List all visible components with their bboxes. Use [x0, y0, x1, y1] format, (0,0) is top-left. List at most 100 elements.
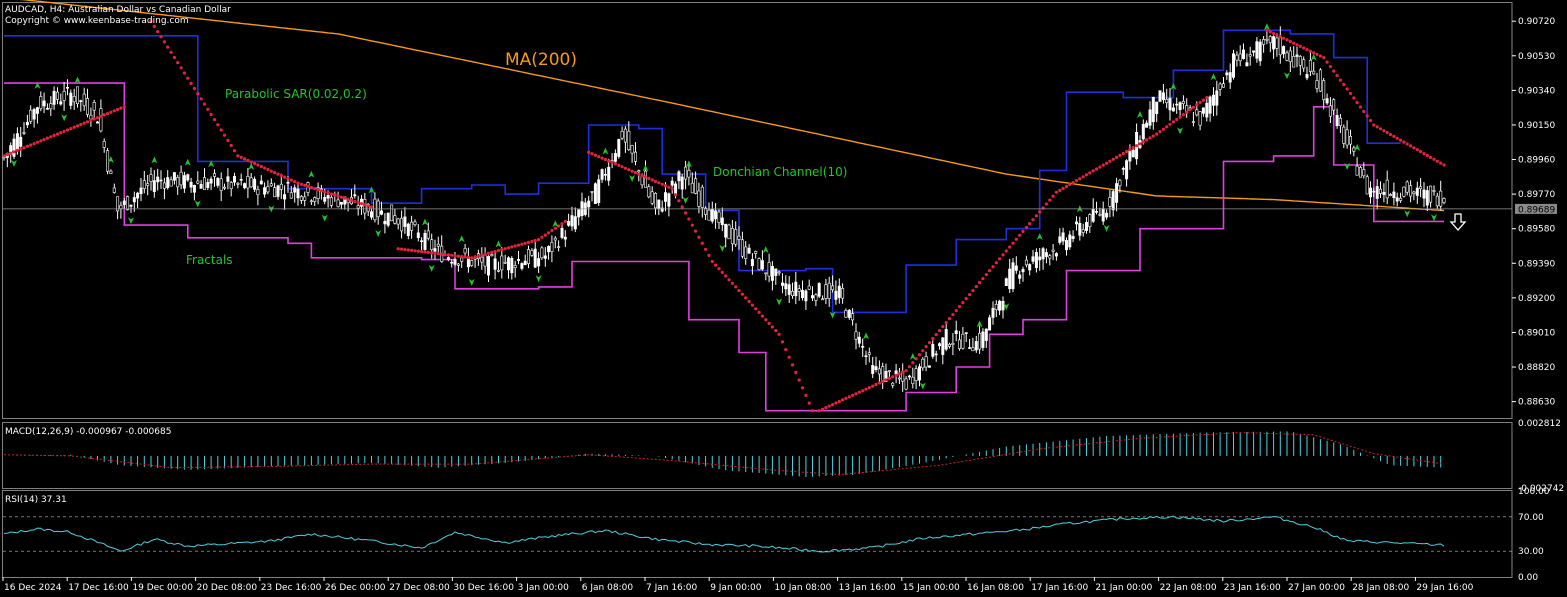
sar-dot [543, 233, 547, 237]
copyright-text: Copyright © www.keenbase-trading.com [5, 16, 189, 26]
candle [951, 333, 955, 356]
sar-dot [343, 196, 347, 200]
candle [794, 271, 798, 305]
sar-dot [1405, 142, 1409, 146]
candle [406, 222, 410, 240]
sar-dot [1282, 36, 1286, 40]
sar-dot [39, 139, 43, 143]
time-tick-label: 17 Jan 16:00 [1031, 583, 1088, 593]
candle [1018, 270, 1022, 284]
candle [1151, 96, 1155, 130]
sar-dot [1332, 69, 1336, 73]
candle [1442, 197, 1446, 205]
sar-dot [690, 223, 694, 227]
candle [1095, 201, 1099, 215]
sar-dot [1415, 148, 1419, 152]
fractal-down-arrow [468, 278, 475, 286]
candle [156, 168, 160, 191]
sar-dot [35, 140, 40, 144]
sar-dot [607, 159, 611, 163]
sar-dot [326, 191, 330, 195]
candle [1268, 35, 1272, 53]
candle [139, 178, 143, 202]
sar-dot [1355, 100, 1359, 105]
candle [974, 335, 978, 353]
sar-dot [486, 251, 491, 255]
sar-dot [847, 395, 851, 399]
candle [827, 276, 831, 307]
candle [810, 286, 814, 301]
candle [677, 170, 681, 190]
sar-dot [1014, 237, 1018, 241]
sar-dot [1295, 43, 1299, 47]
sar-dot [998, 257, 1002, 261]
sar-dot [944, 321, 948, 325]
sar-dot [1155, 132, 1159, 136]
fractal-down-arrow [127, 217, 134, 225]
candle [914, 365, 918, 390]
sar-dot [537, 238, 541, 242]
candle [590, 191, 594, 202]
sar-dot [516, 243, 521, 247]
candle [730, 220, 734, 252]
candle [1165, 88, 1169, 109]
candle [336, 191, 340, 208]
sar-dot [961, 301, 965, 305]
candle [456, 263, 460, 272]
candle [961, 327, 965, 350]
sar-dot [610, 160, 614, 164]
fractal-up-arrow [1136, 111, 1143, 119]
candle [1148, 101, 1152, 130]
sar-dot [1185, 110, 1189, 114]
candle [219, 172, 223, 202]
sar-dot [1345, 87, 1349, 91]
sar-dot [1205, 96, 1209, 100]
candle [1402, 186, 1406, 198]
sar-dot [286, 177, 290, 181]
candle [526, 245, 530, 269]
candle [430, 233, 434, 259]
sar-dot [1091, 169, 1095, 173]
sar-dot [927, 341, 932, 345]
sar-dot [884, 378, 888, 382]
sar-dot [232, 149, 237, 153]
sar-dot [714, 263, 718, 267]
sar-dot [730, 281, 735, 285]
candle [931, 340, 935, 359]
sar-dot [1168, 122, 1172, 126]
sar-dot [917, 353, 922, 357]
sar-dot [349, 198, 354, 202]
sar-dot [981, 277, 985, 281]
candle [700, 184, 704, 218]
sar-dot [623, 166, 628, 170]
candle [1101, 201, 1105, 225]
time-tick-label: 22 Jan 08:00 [1160, 583, 1217, 593]
sar-dot [587, 150, 591, 154]
time-tick-label: 3 Jan 00:00 [518, 583, 570, 593]
sar-dot [934, 333, 938, 337]
sar-dot [299, 182, 303, 186]
sar-dot [253, 161, 257, 166]
candle [1252, 50, 1256, 57]
candle [493, 251, 497, 280]
sar-dot [1378, 127, 1383, 131]
candle [1385, 170, 1389, 205]
sar-dot [313, 187, 317, 191]
candle [346, 199, 350, 212]
sar-dot [810, 409, 815, 413]
price-tick-label: 0.90720 [1518, 17, 1555, 27]
current-price-label: 0.89689 [1518, 205, 1555, 215]
sar-dot [1302, 46, 1306, 50]
sar-dot [416, 249, 420, 253]
fractal-down-arrow [1103, 224, 1110, 232]
candle [1212, 87, 1216, 117]
sar-dot [296, 181, 300, 185]
candle [423, 229, 427, 253]
sar-dot [924, 345, 928, 349]
sar-dot [1118, 153, 1122, 157]
sar-dot [1145, 138, 1149, 142]
candle [109, 169, 113, 174]
sar-dot [226, 138, 230, 142]
candle [1242, 43, 1246, 60]
sar-dot [293, 180, 297, 184]
